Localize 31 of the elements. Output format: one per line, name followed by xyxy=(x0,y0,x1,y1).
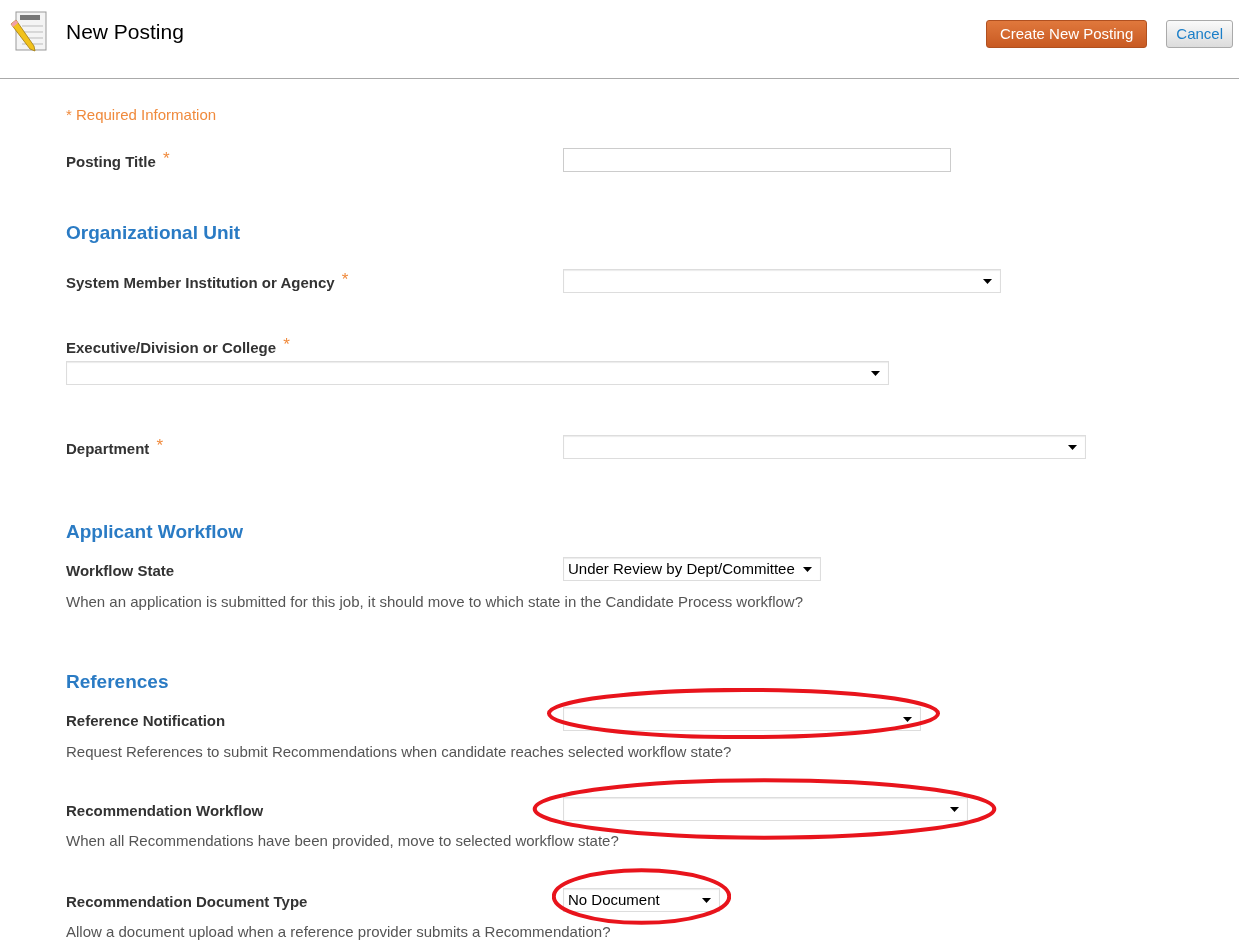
text-input[interactable] xyxy=(563,148,951,172)
field-label: Department * xyxy=(66,439,165,459)
field-label: Reference Notification xyxy=(66,711,227,731)
page-title: New Posting xyxy=(66,19,184,45)
dropdown[interactable]: No Document xyxy=(563,888,720,912)
caret-icon xyxy=(871,370,880,376)
section-heading: References xyxy=(66,670,170,694)
create-button[interactable]: Create New Posting xyxy=(985,20,1148,48)
help-text: Allow a document upload when a reference provider submits a Recommendation? xyxy=(66,922,612,942)
dropdown[interactable]: Under Review by Dept/Committee xyxy=(563,557,821,581)
document-pencil-icon xyxy=(8,10,48,52)
required-note: * Required Information xyxy=(66,105,218,125)
field-label: Recommendation Document Type xyxy=(66,892,309,912)
caret-icon xyxy=(983,278,992,284)
help-text: When an application is submitted for this job, it should move to which state in the Candidate Process workflow? xyxy=(66,592,805,612)
help-text: When all Recommendations have been provided, move to selected workflow state? xyxy=(66,831,620,851)
field-label: System Member Institution or Agency * xyxy=(66,273,350,293)
section-heading: Applicant Workflow xyxy=(66,520,244,544)
caret-icon xyxy=(1068,444,1077,450)
section-heading: Organizational Unit xyxy=(66,221,242,245)
cancel-button[interactable]: Cancel xyxy=(1166,20,1233,48)
caret-icon xyxy=(903,716,912,722)
help-text: Request References to submit Recommendations when candidate reaches selected workflow state? xyxy=(66,742,733,762)
dropdown[interactable] xyxy=(563,707,921,731)
caret-icon xyxy=(802,566,812,572)
caret-icon xyxy=(950,806,959,812)
caret-icon xyxy=(702,897,711,903)
field-label: Workflow State xyxy=(66,561,176,581)
field-label: Executive/Division or College * xyxy=(66,338,291,358)
field-label: Recommendation Workflow xyxy=(66,801,265,821)
field-label: Posting Title * xyxy=(66,152,171,172)
